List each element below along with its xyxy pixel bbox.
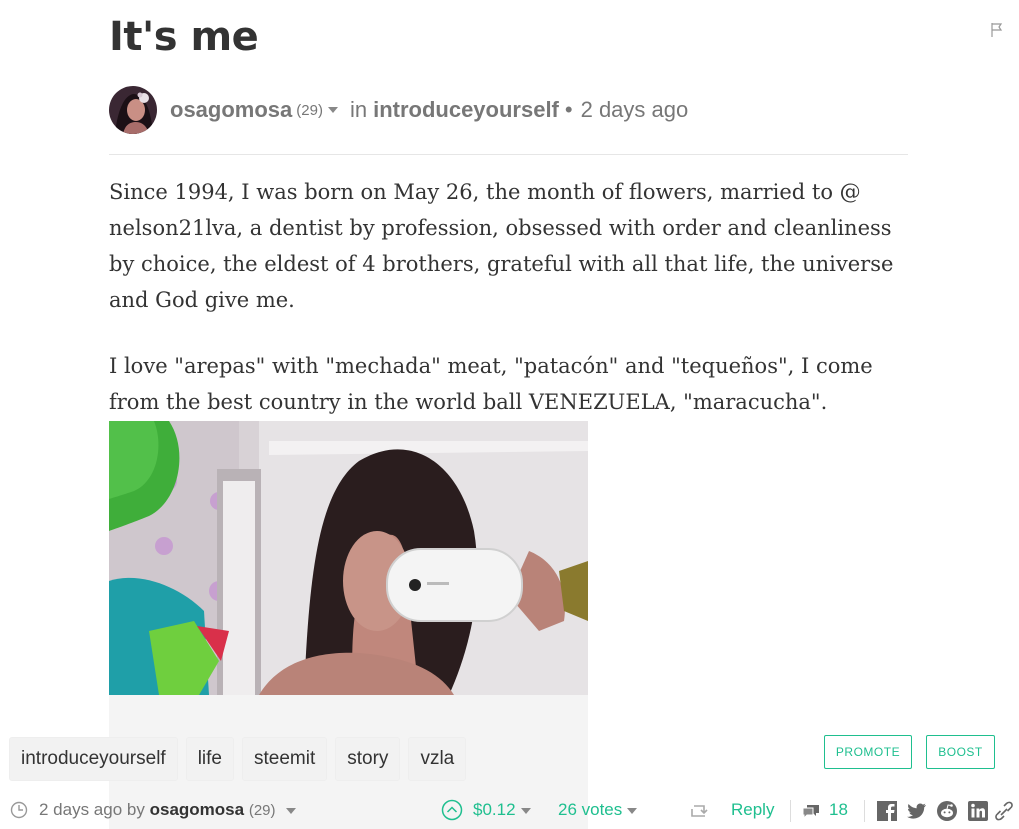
votes-label: 26 votes: [558, 800, 623, 819]
reddit-icon[interactable]: [936, 800, 958, 822]
comments-count[interactable]: 18: [829, 800, 848, 820]
separator-dot: •: [564, 97, 573, 122]
post-age: 2 days ago: [580, 97, 689, 122]
author-dropdown-caret-icon[interactable]: [327, 107, 338, 113]
footer-author-caret-icon[interactable]: [286, 807, 297, 814]
post-byline: osagomosa (29) in introduceyourself • 2 …: [109, 86, 688, 134]
reply-link[interactable]: Reply: [731, 800, 774, 820]
upvote-icon[interactable]: [441, 799, 463, 821]
tag-steemit[interactable]: steemit: [242, 737, 328, 781]
footer-time: 2 days ago: [39, 800, 123, 819]
tag-introduceyourself[interactable]: introduceyourself: [9, 737, 178, 781]
facebook-icon[interactable]: [876, 800, 898, 822]
tag-life[interactable]: life: [185, 737, 234, 781]
post-body: Since 1994, I was born on May 26, the mo…: [109, 174, 899, 420]
linkedin-icon[interactable]: [967, 800, 989, 822]
post-photo: [109, 421, 588, 695]
footer-separator: [864, 800, 865, 822]
footer-separator: [790, 800, 791, 822]
payout-value[interactable]: $0.12: [473, 800, 531, 820]
header-divider: [109, 154, 908, 155]
footer-author[interactable]: osagomosa: [150, 800, 244, 819]
payout-caret-icon[interactable]: [520, 807, 531, 814]
link-icon[interactable]: [995, 800, 1013, 822]
body-paragraph: Since 1994, I was born on May 26, the mo…: [109, 180, 894, 312]
author-reputation: (29): [296, 101, 323, 119]
post-title: It's me: [109, 14, 259, 60]
votes-count[interactable]: 26 votes: [558, 800, 638, 820]
author-avatar[interactable]: [109, 86, 157, 134]
resteem-icon[interactable]: [690, 804, 708, 818]
category-link[interactable]: introduceyourself: [373, 97, 559, 123]
boost-button[interactable]: BOOST: [926, 735, 995, 769]
tag-list: introduceyourself life steemit story vzl…: [9, 737, 467, 781]
body-paragraph: I love "arepas" with "mechada" meat, "pa…: [109, 354, 873, 414]
payout-amount: $0.12: [473, 800, 516, 819]
twitter-icon[interactable]: [905, 800, 927, 822]
tag-vzla[interactable]: vzla: [408, 737, 467, 781]
author-name[interactable]: osagomosa: [170, 97, 292, 123]
in-label: in: [349, 97, 368, 122]
clock-icon: [10, 801, 28, 819]
tag-story[interactable]: story: [335, 737, 401, 781]
votes-caret-icon[interactable]: [627, 807, 638, 814]
promote-button[interactable]: PROMOTE: [824, 735, 912, 769]
footer-reputation: (29): [248, 802, 276, 819]
comments-icon[interactable]: [801, 802, 821, 820]
flag-icon[interactable]: [990, 22, 1004, 38]
post-footer: 2 days ago by osagomosa (29) $0.12 26 vo…: [0, 796, 1019, 826]
footer-by-label: by: [126, 800, 145, 819]
footer-meta: 2 days ago by osagomosa (29): [39, 800, 297, 820]
